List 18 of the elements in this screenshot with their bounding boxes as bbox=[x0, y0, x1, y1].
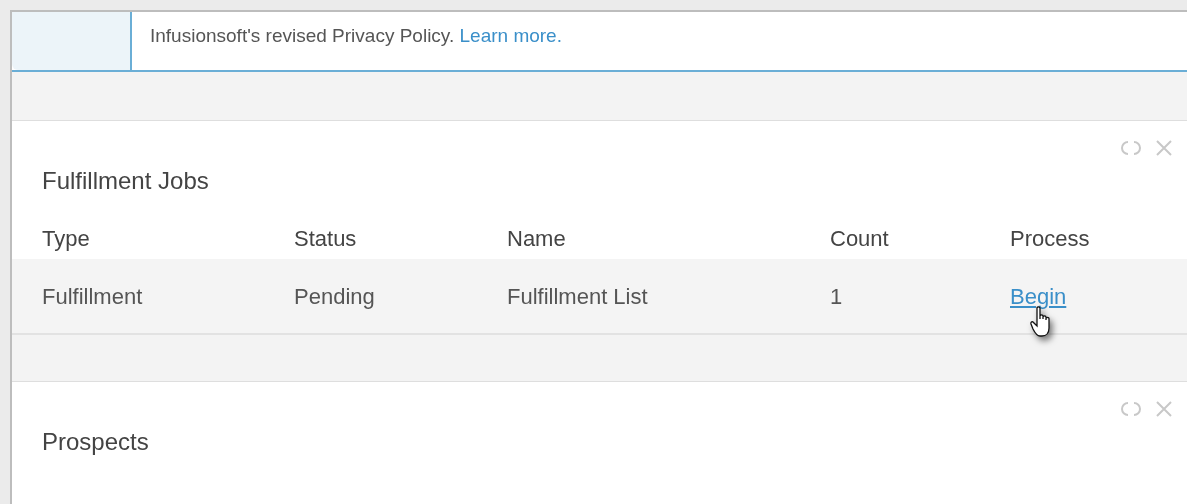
column-header: Type bbox=[42, 225, 90, 251]
refresh-icon[interactable] bbox=[1121, 139, 1141, 157]
close-icon[interactable] bbox=[1155, 400, 1173, 418]
table-cell: 1 bbox=[830, 283, 843, 309]
table-cell: Fulfillment bbox=[42, 283, 143, 309]
column-header: Name bbox=[507, 225, 566, 251]
column-header: Process bbox=[1010, 225, 1090, 251]
panel-title: Fulfillment Jobs bbox=[41, 166, 210, 196]
table-cell: Pending bbox=[294, 283, 375, 309]
learn-more-link[interactable]: Learn more. bbox=[459, 25, 562, 46]
column-header: Count bbox=[830, 225, 889, 251]
table-cell: Fulfillment List bbox=[507, 283, 648, 309]
notice-text: Infusionsoft's revised Privacy Policy. Learn more. bbox=[149, 24, 562, 48]
refresh-icon[interactable] bbox=[1121, 400, 1141, 418]
close-icon[interactable] bbox=[1155, 139, 1173, 157]
panel-title: Prospects bbox=[41, 427, 150, 457]
begin-link[interactable]: Begin bbox=[1010, 283, 1067, 309]
column-header: Status bbox=[294, 225, 357, 251]
